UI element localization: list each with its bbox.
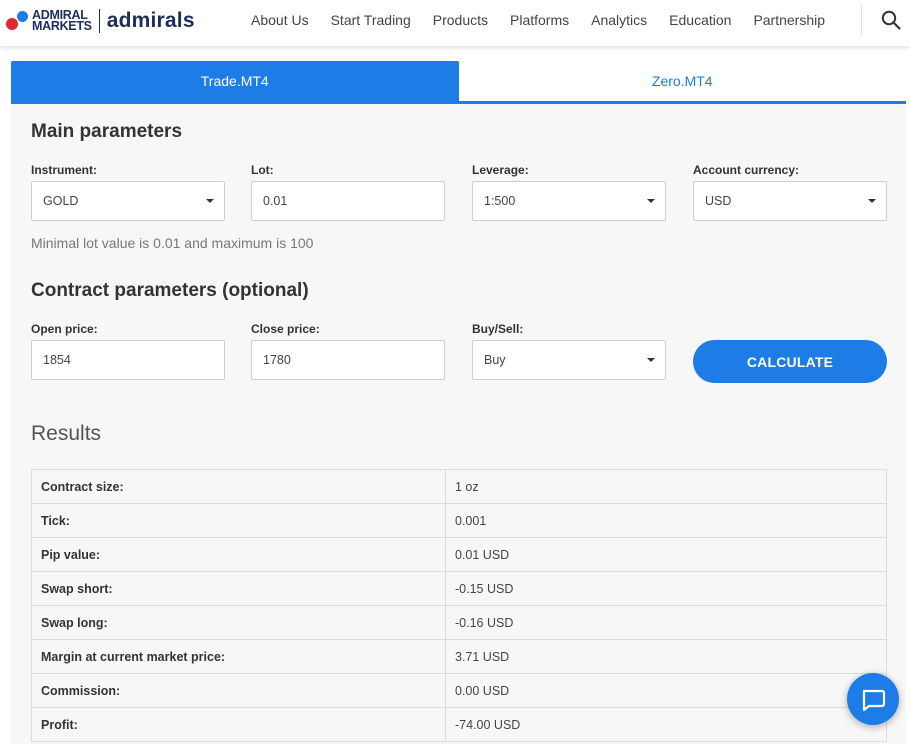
leverage-value: 1:500 xyxy=(484,194,516,208)
results-row: Pip value: 0.01 USD xyxy=(31,537,887,572)
close-price-label: Close price: xyxy=(251,322,320,336)
results-row: Tick: 0.001 xyxy=(31,503,887,538)
instrument-select[interactable]: GOLD xyxy=(31,181,225,221)
close-price-value: 1780 xyxy=(263,353,291,367)
nav-education[interactable]: Education xyxy=(669,12,731,28)
result-value: 1 oz xyxy=(445,469,887,504)
tab-zero-mt4[interactable]: Zero.MT4 xyxy=(458,61,906,101)
chevron-down-icon xyxy=(647,358,655,362)
logo-brand: admirals xyxy=(106,9,195,32)
chat-icon[interactable] xyxy=(847,673,899,725)
lot-hint: Minimal lot value is 0.01 and maximum is… xyxy=(31,235,314,251)
main-nav: About Us Start Trading Products Platform… xyxy=(240,0,836,40)
result-label: Commission: xyxy=(31,673,446,708)
lot-value: 0.01 xyxy=(263,194,288,208)
leverage-select[interactable]: 1:500 xyxy=(472,181,666,221)
contract-parameters-title: Contract parameters (optional) xyxy=(31,280,309,301)
chevron-down-icon xyxy=(647,199,655,203)
results-row: Margin at current market price: 3.71 USD xyxy=(31,639,887,674)
result-value: -74.00 USD xyxy=(445,707,887,742)
account-type-tabs: Trade.MT4 Zero.MT4 xyxy=(11,61,906,104)
result-label: Swap short: xyxy=(31,571,446,606)
results-row: Contract size: 1 oz xyxy=(31,469,887,504)
buy-sell-select[interactable]: Buy xyxy=(472,340,666,380)
nav-products[interactable]: Products xyxy=(433,12,488,28)
results-row: Swap short: -0.15 USD xyxy=(31,571,887,606)
nav-start-trading[interactable]: Start Trading xyxy=(331,12,411,28)
nav-partnership[interactable]: Partnership xyxy=(753,12,825,28)
result-label: Pip value: xyxy=(31,537,446,572)
result-value: 0.00 USD xyxy=(445,673,887,708)
main-parameters-title: Main parameters xyxy=(31,121,183,142)
result-label: Profit: xyxy=(31,707,446,742)
open-price-value: 1854 xyxy=(43,353,71,367)
tab-trade-mt4[interactable]: Trade.MT4 xyxy=(11,61,459,101)
logo-dots-icon xyxy=(6,8,32,34)
calculator-panel: Main parameters Instrument: Lot: Leverag… xyxy=(11,104,906,744)
buy-sell-label: Buy/Sell: xyxy=(472,322,524,336)
instrument-label: Instrument: xyxy=(31,163,97,177)
result-label: Contract size: xyxy=(31,469,446,504)
chevron-down-icon xyxy=(868,199,876,203)
logo-wordmark: ADMIRAL MARKETS xyxy=(32,8,92,33)
result-label: Swap long: xyxy=(31,605,446,640)
leverage-label: Leverage: xyxy=(472,163,529,177)
buy-sell-value: Buy xyxy=(484,353,506,367)
logo-divider xyxy=(98,9,100,33)
nav-about-us[interactable]: About Us xyxy=(251,12,309,28)
result-value: 0.001 xyxy=(445,503,887,538)
admirals-logo[interactable]: ADMIRAL MARKETS admirals xyxy=(6,8,195,34)
lot-label: Lot: xyxy=(251,163,274,177)
result-value: -0.15 USD xyxy=(445,571,887,606)
result-label: Margin at current market price: xyxy=(31,639,446,674)
account-currency-label: Account currency: xyxy=(693,163,800,177)
results-row: Swap long: -0.16 USD xyxy=(31,605,887,640)
open-price-label: Open price: xyxy=(31,322,98,336)
calculate-button[interactable]: CALCULATE xyxy=(693,340,887,383)
search-icon[interactable] xyxy=(880,9,902,31)
result-label: Tick: xyxy=(31,503,446,538)
nav-platforms[interactable]: Platforms xyxy=(510,12,569,28)
results-table: Contract size: 1 oz Tick: 0.001 Pip value: 0.… xyxy=(31,469,887,742)
results-title: Results xyxy=(31,422,102,445)
result-value: -0.16 USD xyxy=(445,605,887,640)
nav-analytics[interactable]: Analytics xyxy=(591,12,647,28)
results-row: Profit: -74.00 USD xyxy=(31,707,887,742)
account-currency-value: USD xyxy=(705,194,732,208)
chevron-down-icon xyxy=(206,199,214,203)
close-price-input[interactable]: 1780 xyxy=(251,340,445,380)
site-header: ADMIRAL MARKETS admirals About Us Start … xyxy=(0,0,910,46)
nav-divider xyxy=(861,5,862,35)
open-price-input[interactable]: 1854 xyxy=(31,340,225,380)
result-value: 0.01 USD xyxy=(445,537,887,572)
account-currency-select[interactable]: USD xyxy=(693,181,887,221)
result-value: 3.71 USD xyxy=(445,639,887,674)
results-row: Commission: 0.00 USD xyxy=(31,673,887,708)
lot-input[interactable]: 0.01 xyxy=(251,181,445,221)
instrument-value: GOLD xyxy=(43,194,79,208)
